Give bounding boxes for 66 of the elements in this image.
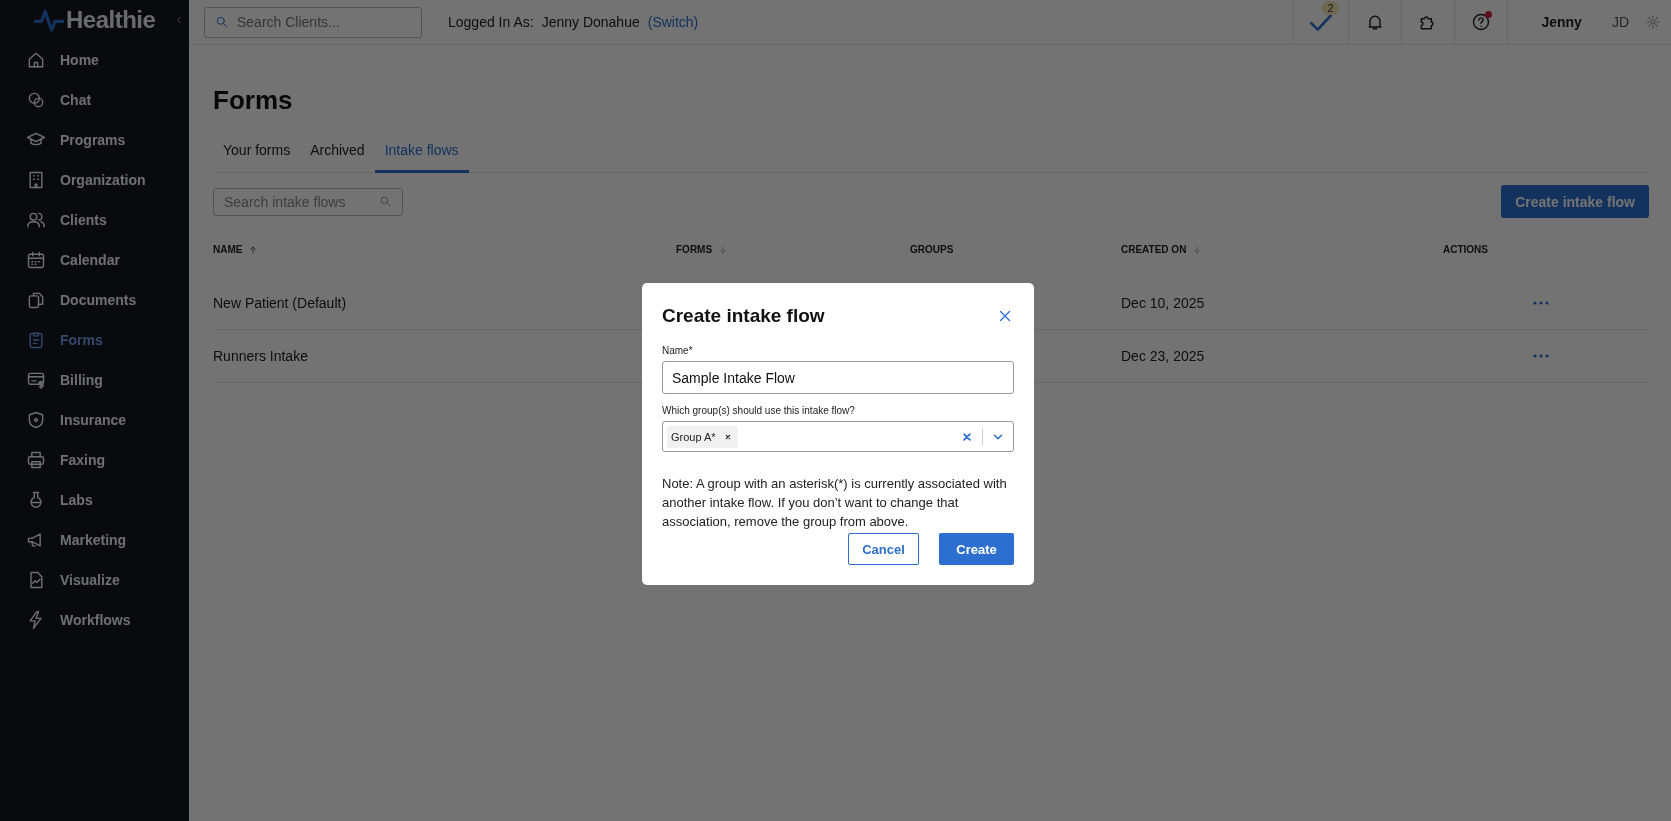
sidebar-item[interactable]: Programs <box>0 120 189 160</box>
sidebar-item[interactable]: Organization <box>0 160 189 200</box>
search-icon <box>379 195 392 208</box>
note-text: Note: A group with an asterisk(*) is currently associated with another intake flow. If you don’t want to change that association, remove the group from above. <box>662 475 1008 531</box>
clipboard-icon <box>26 330 46 350</box>
sidebar-item[interactable]: Visualize <box>0 560 189 600</box>
create-button[interactable]: Create <box>939 533 1014 565</box>
search-icon <box>215 15 229 29</box>
calendar-icon <box>26 250 46 270</box>
table-cell: New Patient (Default) <box>213 295 347 311</box>
building-icon <box>26 170 46 190</box>
user-initials: JD <box>1611 14 1629 30</box>
help-icon <box>1471 12 1492 32</box>
create-intake-flow-button[interactable]: Create intake flow <box>1501 185 1649 218</box>
page-title: Forms <box>213 85 294 116</box>
client-search-field[interactable]: Search Clients... <box>204 6 422 38</box>
sidebar-item[interactable]: Documents <box>0 280 189 320</box>
group-select-field[interactable]: Group A* <box>662 421 1014 452</box>
printer-icon <box>26 450 46 470</box>
field-label: Which group(s) should use this intake flow? <box>662 405 856 416</box>
tab[interactable]: Archived <box>300 134 375 173</box>
tab[interactable]: Your forms <box>213 134 301 173</box>
column-header: GROUPS <box>910 243 955 257</box>
column-header[interactable]: CREATED ON <box>1121 230 1443 277</box>
house-icon <box>26 50 46 70</box>
column-header[interactable]: FORMS <box>676 230 910 277</box>
sidebar-item[interactable]: Insurance <box>0 400 189 440</box>
table-cell: Dec 10, 2025 <box>1121 295 1205 311</box>
column-header: ACTIONS <box>1443 243 1489 257</box>
people-icon <box>26 210 46 230</box>
field-label: Name* <box>662 345 694 356</box>
arrow-up-icon <box>248 244 259 255</box>
name-input-field[interactable]: Sample Intake Flow <box>662 361 1014 394</box>
user-first-name[interactable]: Jenny <box>1541 14 1582 30</box>
tasks-button[interactable]: 2 <box>1293 0 1349 44</box>
more-icon[interactable] <box>1533 301 1549 305</box>
arrow-down-icon <box>1192 244 1203 255</box>
sidebar-item[interactable]: Labs <box>0 480 189 520</box>
sidebar-item[interactable]: Clients <box>0 200 189 240</box>
cancel-button[interactable]: Cancel <box>848 533 919 565</box>
logged-in-label: Logged In As: <box>448 14 534 30</box>
column-header[interactable]: NAME <box>213 230 676 277</box>
sidebar-item[interactable]: Faxing <box>0 440 189 480</box>
switch-link[interactable]: (Switch) <box>647 14 699 30</box>
more-icon[interactable] <box>1533 354 1549 358</box>
logo-text: Healthie <box>66 6 156 34</box>
shield-icon <box>26 410 46 430</box>
chat-bubbles-icon <box>26 90 46 110</box>
sidebar-item[interactable]: Home <box>0 40 189 80</box>
arrow-down-icon <box>718 244 729 255</box>
count-badge: 2 <box>1322 1 1339 15</box>
user-name: Jenny Donahue <box>541 14 640 30</box>
billing-card-icon <box>26 370 46 390</box>
table-cell: Dec 23, 2025 <box>1121 348 1205 364</box>
sidebar-item[interactable]: Chat <box>0 80 189 120</box>
remove-icon <box>723 432 732 441</box>
sidebar-item[interactable]: Billing <box>0 360 189 400</box>
sidebar-item[interactable]: Calendar <box>0 240 189 280</box>
settings-icon <box>1645 14 1661 30</box>
documents-icon <box>26 290 46 310</box>
sidebar-item[interactable]: Marketing <box>0 520 189 560</box>
tab[interactable]: Intake flows <box>374 134 469 173</box>
dialog-title: Create intake flow <box>662 305 825 327</box>
table-cell: Runners Intake <box>213 348 308 364</box>
tag-label: Group A* <box>671 430 716 443</box>
sidebar-item[interactable]: Workflows <box>0 600 189 640</box>
